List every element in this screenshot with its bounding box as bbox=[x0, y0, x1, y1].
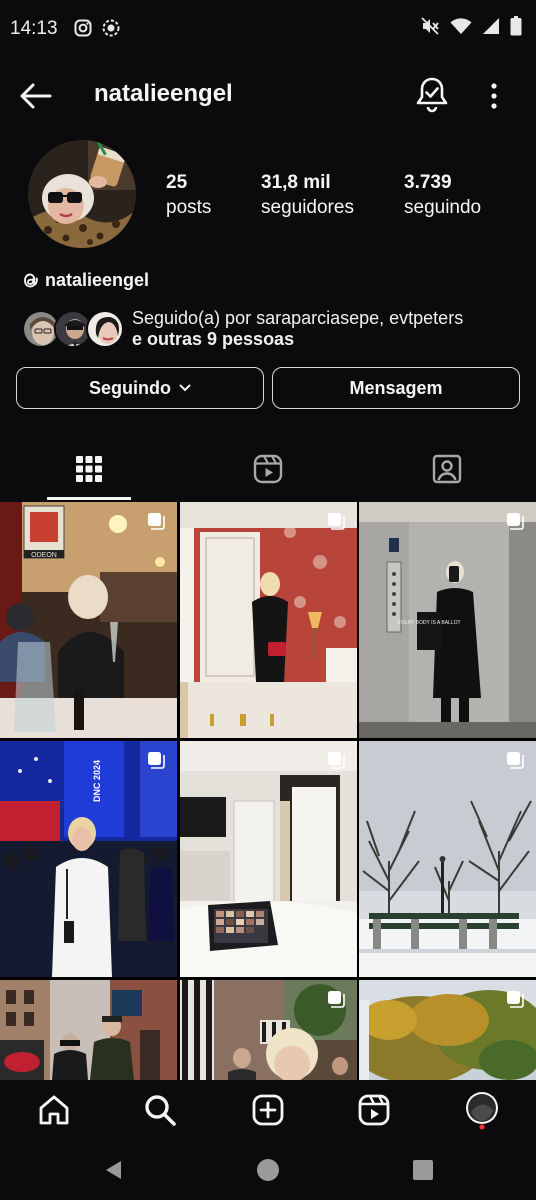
threads-icon bbox=[24, 273, 38, 288]
mutual-follower-avatar-3 bbox=[86, 310, 124, 348]
system-back-icon[interactable] bbox=[102, 1158, 126, 1182]
more-options-icon[interactable] bbox=[482, 78, 506, 114]
multiple-images-icon bbox=[328, 991, 345, 1008]
odeon-sign: ODEON bbox=[31, 552, 57, 559]
reels-icon bbox=[358, 1094, 390, 1126]
post-image bbox=[180, 502, 357, 738]
multiple-images-icon bbox=[148, 752, 165, 769]
grid-icon bbox=[76, 456, 102, 482]
grid-post-2[interactable] bbox=[180, 502, 357, 738]
reels-icon bbox=[253, 454, 283, 484]
posts-count-label: posts bbox=[166, 197, 212, 218]
signal-icon bbox=[483, 18, 499, 34]
tab-reels[interactable] bbox=[226, 436, 310, 502]
followers-count[interactable]: 31,8 mil seguidores bbox=[261, 170, 354, 220]
system-recents-icon[interactable] bbox=[412, 1159, 434, 1181]
following-count-value: 3.739 bbox=[404, 172, 452, 193]
mutual-followers[interactable]: Seguido(a) por saraparciasepe, evtpeters… bbox=[22, 308, 522, 352]
nav-create[interactable] bbox=[248, 1090, 288, 1130]
profile-tabs bbox=[0, 436, 536, 502]
post-image: EVERY BODY IS A BALLOT bbox=[359, 502, 536, 738]
back-arrow-icon[interactable] bbox=[18, 80, 54, 112]
grid-post-3[interactable]: EVERY BODY IS A BALLOT bbox=[359, 502, 536, 738]
nav-reels[interactable] bbox=[354, 1090, 394, 1130]
followed-by-line1: Seguido(a) por saraparciasepe, evtpeters bbox=[132, 308, 464, 328]
page-title: natalieengel bbox=[94, 80, 233, 107]
profile-header: natalieengel bbox=[0, 58, 536, 136]
grid-post-5[interactable] bbox=[180, 741, 357, 977]
tab-tagged[interactable] bbox=[405, 436, 489, 502]
profile-section: 25 posts 31,8 mil seguidores 3.739 segui… bbox=[0, 136, 536, 436]
message-button[interactable]: Mensagem bbox=[272, 367, 520, 409]
threads-handle: natalieengel bbox=[45, 270, 150, 290]
wifi-icon bbox=[450, 18, 472, 34]
system-home-icon[interactable] bbox=[256, 1158, 280, 1182]
multiple-images-icon bbox=[507, 752, 524, 769]
status-bar: 14:13 bbox=[0, 0, 536, 58]
profile-avatar[interactable] bbox=[28, 140, 136, 248]
profile-avatar bbox=[466, 1092, 498, 1130]
following-button-label: Seguindo bbox=[89, 377, 171, 398]
grid-post-1[interactable]: ODEON bbox=[0, 502, 177, 738]
tab-posts-grid[interactable] bbox=[47, 436, 131, 502]
followers-count-value: 31,8 mil bbox=[261, 172, 331, 193]
posts-count[interactable]: 25 posts bbox=[166, 170, 211, 220]
chevron-down-icon bbox=[179, 384, 191, 392]
multiple-images-icon bbox=[148, 513, 165, 530]
following-count[interactable]: 3.739 seguindo bbox=[404, 170, 481, 220]
search-icon bbox=[145, 1095, 176, 1126]
create-icon bbox=[252, 1094, 284, 1126]
bottom-navigation bbox=[0, 1080, 536, 1142]
system-navigation-bar bbox=[0, 1142, 536, 1200]
following-count-label: seguindo bbox=[404, 197, 482, 218]
multiple-images-icon bbox=[328, 752, 345, 769]
followers-count-label: seguidores bbox=[261, 197, 354, 218]
post-image bbox=[0, 980, 177, 1080]
nav-search[interactable] bbox=[140, 1090, 180, 1130]
mute-icon bbox=[421, 17, 439, 35]
multiple-images-icon bbox=[507, 513, 524, 530]
following-button[interactable]: Seguindo bbox=[16, 367, 264, 409]
status-time: 14:13 bbox=[10, 18, 58, 39]
grid-post-8[interactable] bbox=[180, 980, 357, 1080]
grid-post-6[interactable] bbox=[359, 741, 536, 977]
nav-profile[interactable] bbox=[462, 1090, 502, 1130]
grid-post-4[interactable]: DNC 2024 bbox=[0, 741, 177, 977]
grid-post-9[interactable] bbox=[359, 980, 536, 1080]
nav-home[interactable] bbox=[34, 1090, 74, 1130]
multiple-images-icon bbox=[507, 991, 524, 1008]
post-image bbox=[180, 741, 357, 977]
tote-bag-text: EVERY BODY IS A BALLOT bbox=[397, 620, 460, 626]
post-image: DNC 2024 bbox=[0, 741, 177, 977]
tagged-icon bbox=[432, 454, 462, 484]
notifications-bell-icon[interactable] bbox=[414, 76, 450, 114]
multiple-images-icon bbox=[328, 513, 345, 530]
dnc-banner-text: DNC 2024 bbox=[92, 760, 102, 802]
post-image: ODEON bbox=[0, 502, 177, 738]
message-button-label: Mensagem bbox=[349, 377, 443, 398]
screen-record-icon bbox=[102, 19, 120, 37]
grid-post-7[interactable] bbox=[0, 980, 177, 1080]
active-tab-indicator bbox=[47, 497, 131, 500]
home-icon bbox=[39, 1095, 69, 1125]
followed-by-line2: e outras 9 pessoas bbox=[132, 329, 295, 349]
profile-photo bbox=[28, 140, 136, 248]
posts-count-value: 25 bbox=[166, 172, 188, 193]
post-image bbox=[359, 741, 536, 977]
posts-grid: ODEON EVERY BODY IS A BALLOT DNC 2024 bbox=[0, 502, 536, 1080]
instagram-notification-icon bbox=[74, 19, 92, 37]
threads-link[interactable]: natalieengel bbox=[22, 270, 149, 291]
battery-icon bbox=[510, 16, 522, 36]
followed-by-text: Seguido(a) por saraparciasepe, evtpeters… bbox=[132, 308, 463, 350]
